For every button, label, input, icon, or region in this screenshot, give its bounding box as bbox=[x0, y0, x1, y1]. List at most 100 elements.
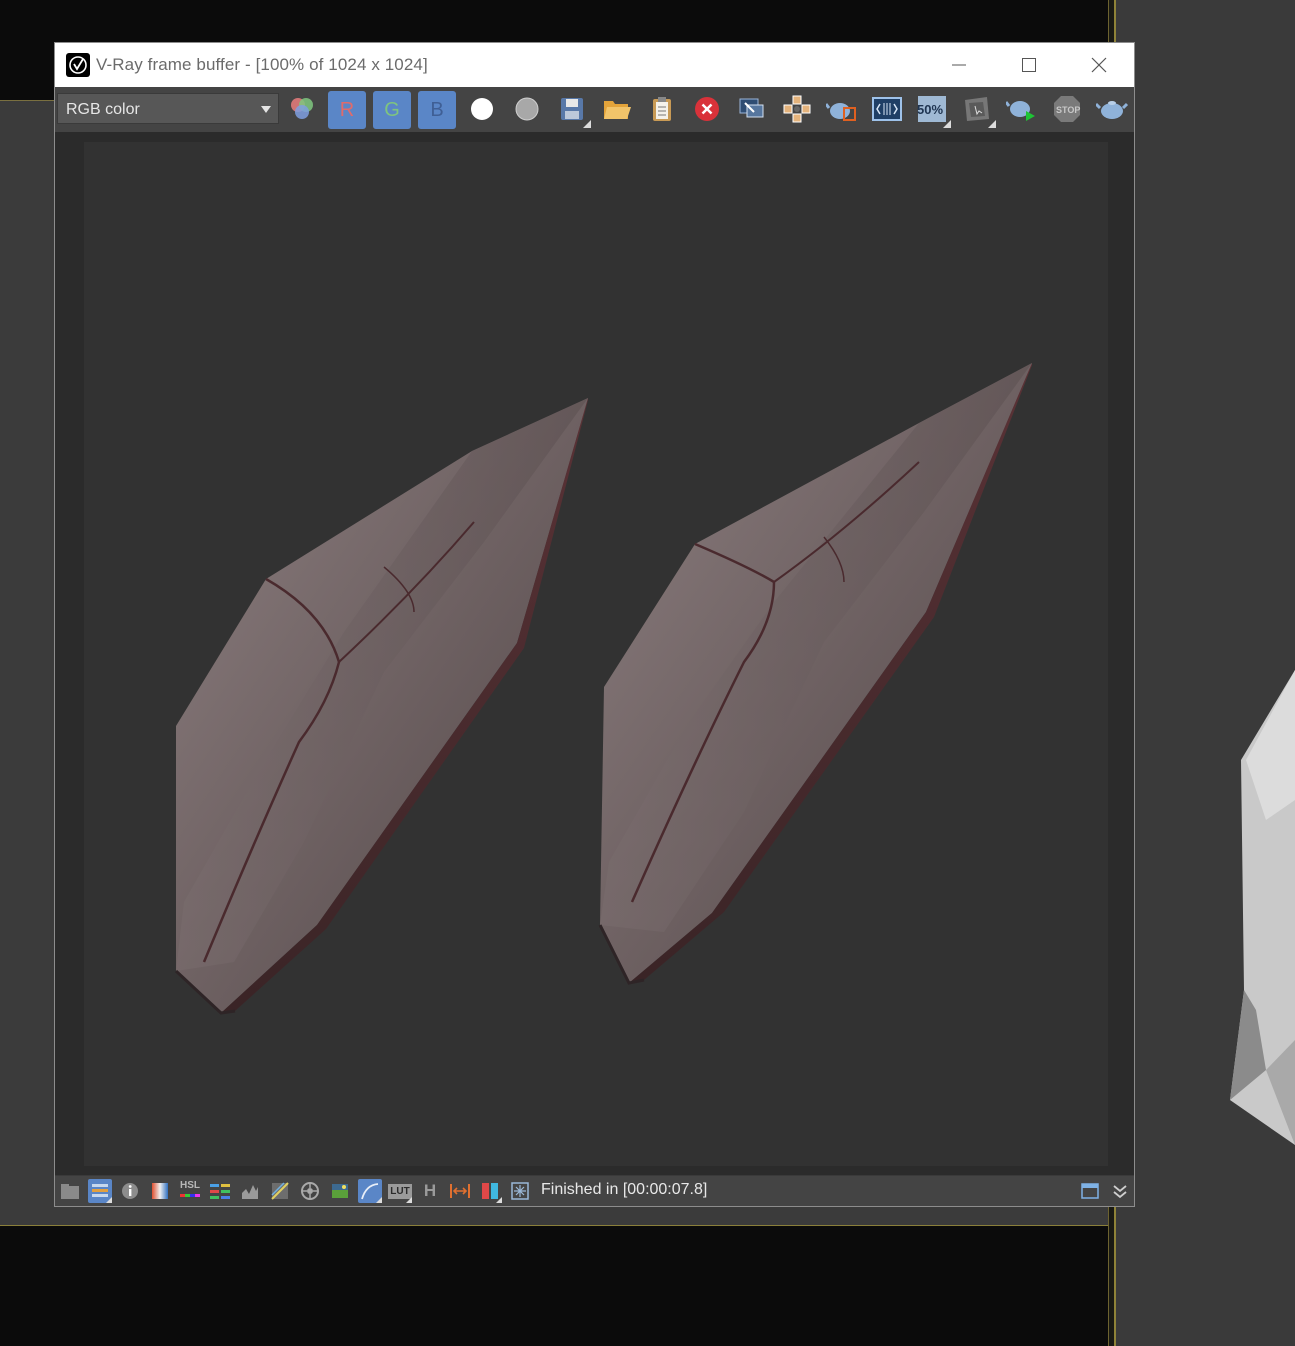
maximize-button[interactable] bbox=[994, 43, 1064, 87]
zoom-options-corner-icon bbox=[943, 120, 951, 128]
histogram-button[interactable] bbox=[238, 1179, 262, 1203]
double-chevron-down-icon bbox=[1113, 1185, 1127, 1199]
compare-channels-corner-icon bbox=[496, 1197, 502, 1203]
channel-select-value: RGB color bbox=[66, 101, 140, 118]
landscape-icon bbox=[332, 1184, 348, 1198]
clipboard-icon bbox=[653, 97, 671, 121]
channel-select[interactable]: RGB color bbox=[57, 93, 279, 124]
red-channel-button[interactable]: R bbox=[328, 91, 366, 129]
rendered-rock-shards bbox=[174, 363, 1032, 1015]
clear-image-button[interactable] bbox=[688, 90, 726, 128]
expand-statusbar-button[interactable] bbox=[1108, 1179, 1132, 1203]
zoom-label: 50% bbox=[917, 102, 944, 117]
stereo-button[interactable] bbox=[448, 1179, 472, 1203]
title-bar[interactable]: V-Ray frame buffer - [100% of 1024 x 102… bbox=[55, 43, 1134, 87]
interactive-render-icon bbox=[1006, 101, 1035, 121]
compare-button[interactable] bbox=[868, 90, 906, 128]
lut-corner-icon bbox=[406, 1197, 412, 1203]
stop-label: STOP bbox=[1056, 105, 1081, 115]
vfb-statusbar: HSL LUT H Finished in [00:00:07.8] bbox=[55, 1175, 1134, 1206]
render-region-button[interactable] bbox=[958, 90, 996, 128]
render-teapot-icon bbox=[826, 103, 856, 121]
right-rock-shard bbox=[598, 363, 1032, 985]
background-app-bottom bbox=[0, 1226, 1110, 1346]
window-panel-icon bbox=[1081, 1183, 1099, 1199]
exposure-button[interactable] bbox=[148, 1179, 172, 1203]
histogram-icon bbox=[242, 1185, 258, 1199]
curve-corner-icon bbox=[376, 1197, 382, 1203]
render-area bbox=[55, 132, 1134, 1176]
lens-effects-icon bbox=[511, 1182, 529, 1200]
save-icon bbox=[561, 98, 583, 120]
background-gray-object bbox=[1230, 670, 1295, 1145]
curves-button[interactable] bbox=[268, 1179, 292, 1203]
compare-channels-button[interactable] bbox=[478, 1179, 502, 1203]
vfb-toolbar: RGB color R G B 50% STOP bbox=[55, 87, 1134, 132]
render-status-text: Finished in [00:00:07.8] bbox=[541, 1181, 708, 1198]
close-button[interactable] bbox=[1064, 43, 1134, 87]
left-rock-shard bbox=[174, 398, 588, 1015]
window-title: V-Ray frame buffer - [100% of 1024 x 102… bbox=[96, 55, 428, 74]
minimize-icon bbox=[952, 64, 966, 66]
minimize-button[interactable] bbox=[924, 43, 994, 87]
gray-swatch-icon bbox=[515, 97, 539, 121]
lens-effects-button[interactable] bbox=[508, 1179, 532, 1203]
levels-icon bbox=[271, 1182, 289, 1200]
render-last-icon bbox=[1096, 101, 1128, 119]
zoom-50-button[interactable]: 50% bbox=[913, 90, 951, 128]
save-button[interactable] bbox=[553, 90, 591, 128]
maximize-icon bbox=[1022, 58, 1036, 72]
layers-corner-icon bbox=[106, 1197, 112, 1203]
view-gray-button[interactable] bbox=[508, 90, 546, 128]
gradient-icon bbox=[152, 1183, 168, 1199]
interactive-render-button[interactable] bbox=[1003, 90, 1041, 128]
render-last-button[interactable] bbox=[1093, 90, 1131, 128]
split-arrows-icon bbox=[450, 1184, 470, 1198]
info-button[interactable] bbox=[118, 1179, 142, 1203]
copy-to-clipboard-button[interactable] bbox=[643, 90, 681, 128]
color-balance-icon bbox=[210, 1184, 230, 1199]
blue-channel-button[interactable]: B bbox=[418, 91, 456, 129]
hsl-label: HSL bbox=[180, 1180, 200, 1191]
close-icon bbox=[1091, 57, 1107, 73]
view-white-button[interactable] bbox=[463, 90, 501, 128]
rendered-image[interactable] bbox=[84, 142, 1108, 1166]
red-channel-label: R bbox=[339, 98, 355, 121]
hsl-color-bars-icon bbox=[180, 1194, 200, 1197]
vray-frame-buffer-window: V-Ray frame buffer - [100% of 1024 x 102… bbox=[54, 42, 1135, 1207]
color-balance-button[interactable] bbox=[208, 1179, 232, 1203]
render-teapot-button[interactable] bbox=[823, 90, 861, 128]
ocio-button[interactable]: H bbox=[418, 1179, 442, 1203]
curve-button[interactable] bbox=[358, 1179, 382, 1203]
open-folder-icon bbox=[604, 101, 631, 119]
region-render-button[interactable] bbox=[733, 90, 771, 128]
track-mouse-icon bbox=[783, 95, 811, 123]
info-icon bbox=[122, 1183, 138, 1199]
hsl-button[interactable]: HSL bbox=[178, 1179, 202, 1203]
green-channel-label: G bbox=[384, 98, 400, 121]
green-channel-button[interactable]: G bbox=[373, 91, 411, 129]
background-image-button[interactable] bbox=[328, 1179, 352, 1203]
vray-logo-icon bbox=[66, 53, 90, 77]
folder-icon bbox=[61, 1184, 79, 1199]
show-panel-button[interactable] bbox=[1078, 1179, 1102, 1203]
lut-button[interactable]: LUT bbox=[388, 1179, 412, 1203]
region-render-icon bbox=[739, 98, 764, 118]
aperture-icon bbox=[301, 1182, 319, 1200]
open-button[interactable] bbox=[598, 90, 636, 128]
white-balance-button[interactable] bbox=[298, 1179, 322, 1203]
white-swatch-icon bbox=[471, 98, 493, 120]
color-channels-button[interactable] bbox=[283, 90, 321, 128]
compare-icon bbox=[872, 97, 902, 121]
history-button[interactable] bbox=[58, 1179, 82, 1203]
render-region-corner-icon bbox=[988, 120, 996, 128]
clear-icon bbox=[695, 97, 719, 121]
layers-panel-button[interactable] bbox=[88, 1179, 112, 1203]
save-options-corner-icon bbox=[583, 120, 591, 128]
blue-channel-label: B bbox=[430, 98, 444, 121]
track-mouse-button[interactable] bbox=[778, 90, 816, 128]
h-label: H bbox=[423, 1181, 437, 1200]
color-channels-icon bbox=[291, 98, 313, 119]
chevron-down-icon bbox=[261, 106, 271, 113]
stop-render-button[interactable]: STOP bbox=[1048, 90, 1086, 128]
